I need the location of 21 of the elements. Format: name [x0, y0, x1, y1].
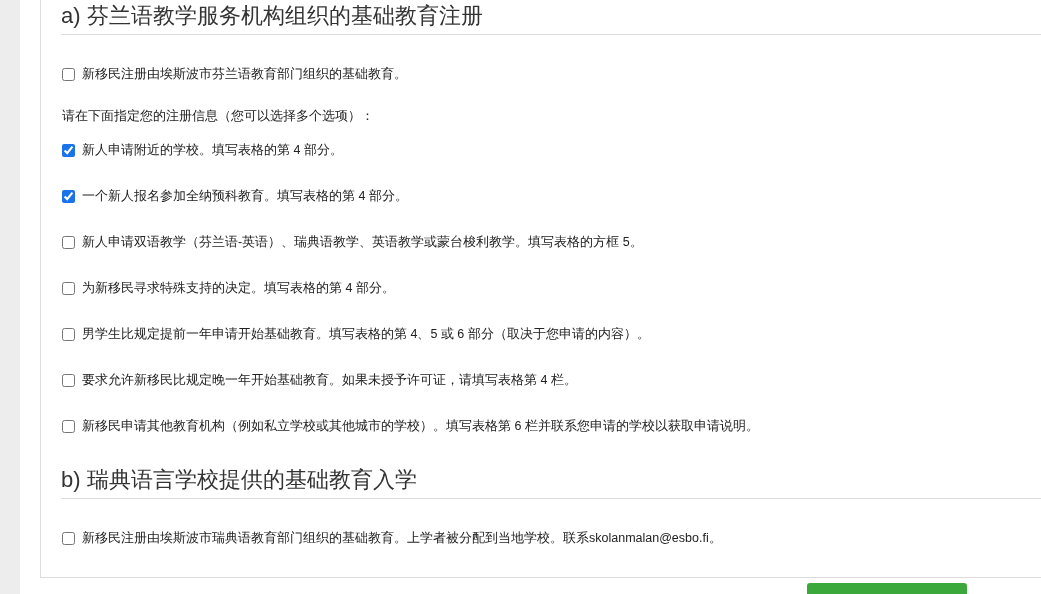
- checkbox-label: 为新移民寻求特殊支持的决定。填写表格的第 4 部分。: [82, 279, 395, 297]
- section-heading: b) 瑞典语言学校提供的基础教育入学: [61, 466, 418, 494]
- checkbox[interactable]: [62, 419, 75, 433]
- checkbox[interactable]: [62, 327, 75, 341]
- checkbox[interactable]: [62, 67, 75, 81]
- checkbox-label: 新移民申请其他教育机构（例如私立学校或其他城市的学校）。填写表格第 6 栏并联系您申请的学校以获取申请说明。: [82, 417, 759, 435]
- checkbox-label: 新人申请附近的学校。填写表格的第 4 部分。: [82, 141, 343, 159]
- checkbox[interactable]: [62, 373, 75, 387]
- checkbox-label: 一个新人报名参加全纳预科教育。填写表格的第 4 部分。: [82, 187, 408, 205]
- checkbox-label: 新人申请双语教学（芬兰语-英语）、瑞典语教学、英语教学或蒙台梭利教学。填写表格的方框 5。: [82, 233, 643, 251]
- checkbox-label: 要求允许新移民比规定晚一年开始基础教育。如果未授予许可证，请填写表格第 4 栏。: [82, 371, 577, 389]
- section-heading: a) 芬兰语教学服务机构组织的基础教育注册: [61, 2, 484, 30]
- checkbox[interactable]: [62, 281, 75, 295]
- checkbox[interactable]: [62, 189, 75, 203]
- checkbox-label: 新移民注册由埃斯波市芬兰语教育部门组织的基础教育。: [82, 65, 407, 83]
- checkbox-label: 男学生比规定提前一年申请开始基础教育。填写表格的第 4、5 或 6 部分（取决于您申请的内容）。: [82, 325, 650, 343]
- checkbox[interactable]: [62, 143, 75, 157]
- checkbox[interactable]: [62, 235, 75, 249]
- checkbox-label: 新移民注册由埃斯波市瑞典语教育部门组织的基础教育。上学者被分配到当地学校。联系skolanmalan@esbo.fi。: [82, 529, 722, 547]
- checkbox[interactable]: [62, 531, 75, 545]
- instruction-text: 请在下面指定您的注册信息（您可以选择多个选项）：: [62, 107, 375, 125]
